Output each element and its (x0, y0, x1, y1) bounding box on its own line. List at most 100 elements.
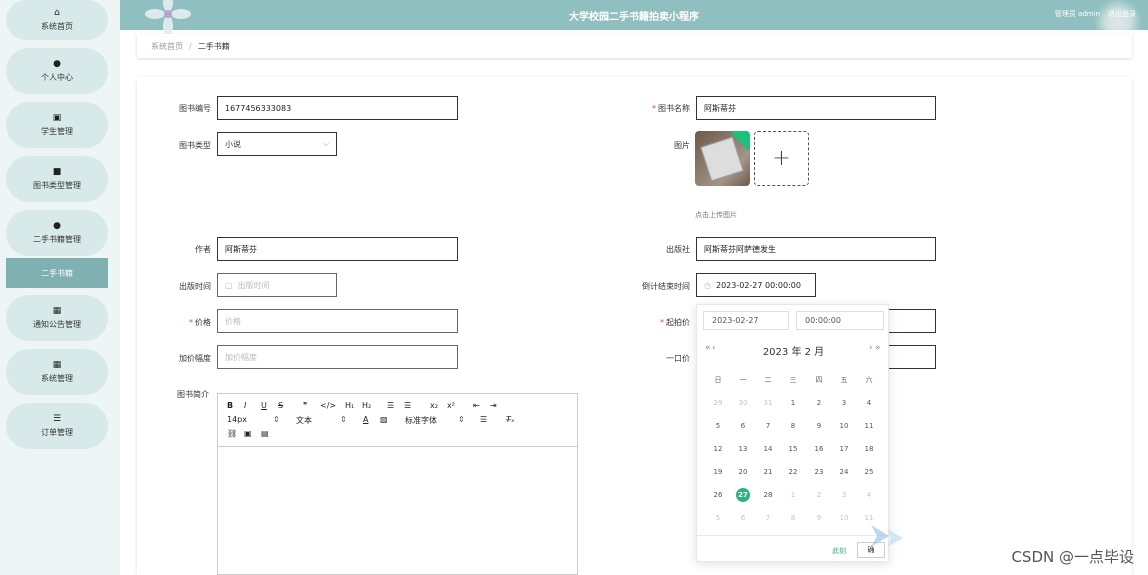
day-cell[interactable]: 6 (733, 422, 753, 430)
logout-link[interactable]: 退出登录 (1108, 9, 1136, 19)
author-input[interactable]: 阿斯蒂芬 (217, 237, 458, 261)
font-family-select[interactable]: 标准字体 (405, 415, 437, 426)
day-cell[interactable]: 30 (733, 399, 753, 407)
sidebar-subitem-used-books[interactable]: 二手书籍 (6, 258, 108, 288)
day-cell[interactable]: 29 (708, 399, 728, 407)
indent-icon[interactable]: ⇥ (490, 401, 497, 410)
day-cell[interactable]: 16 (809, 445, 829, 453)
day-cell[interactable]: 23 (809, 468, 829, 476)
subscript-icon[interactable]: x₂ (430, 401, 438, 410)
book-name-input[interactable]: 阿斯蒂芬 (696, 96, 936, 120)
quote-icon[interactable]: ❞ (303, 401, 307, 410)
day-cell[interactable]: 1 (783, 399, 803, 407)
font-size-select[interactable]: 14px (227, 415, 247, 424)
selected-day-cell[interactable]: 27 (733, 491, 753, 499)
day-cell[interactable]: 6 (733, 514, 753, 522)
day-cell[interactable]: 7 (758, 422, 778, 430)
countdown-picker[interactable]: ◷ 2023-02-27 00:00:00 (696, 273, 816, 297)
day-cell[interactable]: 24 (834, 468, 854, 476)
day-cell[interactable]: 5 (708, 514, 728, 522)
clear-format-icon[interactable]: T̶ₓ (506, 415, 514, 424)
day-cell[interactable]: 21 (758, 468, 778, 476)
h1-icon[interactable]: H₁ (345, 401, 354, 410)
price-label: * 价格 (189, 318, 211, 327)
sidebar-item-book-types[interactable]: ■ 图书类型管理 (6, 156, 108, 202)
day-cell[interactable]: 8 (783, 514, 803, 522)
font-color-icon[interactable]: A (363, 415, 368, 424)
strike-icon[interactable]: S (278, 401, 283, 410)
day-cell[interactable]: 3 (834, 399, 854, 407)
italic-icon[interactable]: I (244, 401, 246, 410)
code-icon[interactable]: </> (320, 401, 336, 410)
day-cell[interactable]: 20 (733, 468, 753, 476)
price-input[interactable]: 价格 (217, 309, 458, 333)
day-cell[interactable]: 28 (758, 491, 778, 499)
day-cell[interactable]: 8 (783, 422, 803, 430)
day-cell[interactable]: 11 (859, 514, 879, 522)
day-cell[interactable]: 7 (758, 514, 778, 522)
image-icon[interactable]: ▣ (244, 429, 252, 438)
next-year-icon[interactable]: » (875, 343, 881, 353)
increment-input[interactable]: 加价幅度 (217, 345, 458, 369)
day-cell[interactable]: 3 (834, 491, 854, 499)
format-select[interactable]: 文本 (296, 415, 312, 426)
day-cell[interactable]: 10 (834, 422, 854, 430)
day-cell[interactable]: 26 (708, 491, 728, 499)
day-cell[interactable]: 1 (783, 491, 803, 499)
day-cell[interactable]: 14 (758, 445, 778, 453)
sidebar-item-system[interactable]: ▦ 系统管理 (6, 349, 108, 395)
countdown-label: 倒计结束时间 (642, 282, 690, 291)
outdent-icon[interactable]: ⇤ (473, 401, 480, 410)
next-month-icon[interactable]: › (869, 343, 873, 353)
day-cell[interactable]: 19 (708, 468, 728, 476)
book-image-thumbnail[interactable] (695, 131, 750, 186)
day-cell[interactable]: 9 (809, 422, 829, 430)
day-cell[interactable]: 22 (783, 468, 803, 476)
publisher-input[interactable]: 阿斯蒂芬阿萨德发生 (696, 237, 936, 261)
day-cell[interactable]: 2 (809, 491, 829, 499)
picker-date-input[interactable]: 2023-02-27 (703, 311, 789, 330)
day-cell[interactable]: 2 (809, 399, 829, 407)
day-cell[interactable]: 25 (859, 468, 879, 476)
bullet-list-icon[interactable]: ☰ (404, 401, 411, 410)
day-cell[interactable]: 4 (859, 399, 879, 407)
day-cell[interactable]: 15 (783, 445, 803, 453)
day-cell[interactable]: 31 (758, 399, 778, 407)
breadcrumb-home[interactable]: 系统首页 (151, 41, 183, 52)
h2-icon[interactable]: H₂ (362, 401, 371, 410)
day-cell[interactable]: 4 (859, 491, 879, 499)
sidebar-item-notices[interactable]: ▦ 通知公告管理 (6, 295, 108, 341)
day-cell[interactable]: 12 (708, 445, 728, 453)
superscript-icon[interactable]: x² (447, 401, 455, 410)
rich-text-editor[interactable]: B I U S ❞ </> H₁ H₂ ☰ ☰ x₂ x² ⇤ ⇥ 14px ⇕… (217, 393, 578, 575)
sidebar-item-used-books[interactable]: ● 二手书籍管理 (6, 210, 108, 256)
day-cell[interactable]: 9 (809, 514, 829, 522)
align-icon[interactable]: ☰ (480, 415, 487, 424)
chevron-overlay-icon (871, 525, 903, 547)
day-cell[interactable]: 10 (834, 514, 854, 522)
day-cell[interactable]: 17 (834, 445, 854, 453)
book-no-input[interactable]: 1677456333083 (217, 96, 458, 120)
sidebar-item-orders[interactable]: ☰ 订单管理 (6, 403, 108, 449)
underline-icon[interactable]: U (261, 401, 267, 410)
ordered-list-icon[interactable]: ☰ (387, 401, 394, 410)
plus-icon: + (772, 146, 791, 171)
pub-time-picker[interactable]: ▢ 出版时间 (217, 273, 337, 297)
background-color-icon[interactable]: ▨ (380, 415, 388, 424)
book-type-select[interactable]: 小说 ⌵ (217, 132, 337, 156)
day-cell[interactable]: 5 (708, 422, 728, 430)
video-icon[interactable]: ▤ (261, 429, 269, 438)
link-icon[interactable]: ⛓ (227, 429, 237, 438)
user-icon: ● (53, 59, 61, 69)
day-cell[interactable]: 13 (733, 445, 753, 453)
sidebar-item-profile[interactable]: ● 个人中心 (6, 48, 108, 94)
upload-button[interactable]: + (754, 131, 809, 186)
day-cell[interactable]: 11 (859, 422, 879, 430)
picker-time-input[interactable]: 00:00:00 (796, 311, 884, 330)
sidebar-item-students[interactable]: ▣ 学生管理 (6, 102, 108, 148)
bold-icon[interactable]: B (227, 401, 233, 410)
publisher-label: 出版社 (666, 245, 690, 254)
day-cell[interactable]: 18 (859, 445, 879, 453)
sidebar-item-home[interactable]: ⌂ 系统首页 (6, 0, 108, 40)
now-button[interactable]: 此刻 (832, 546, 846, 556)
